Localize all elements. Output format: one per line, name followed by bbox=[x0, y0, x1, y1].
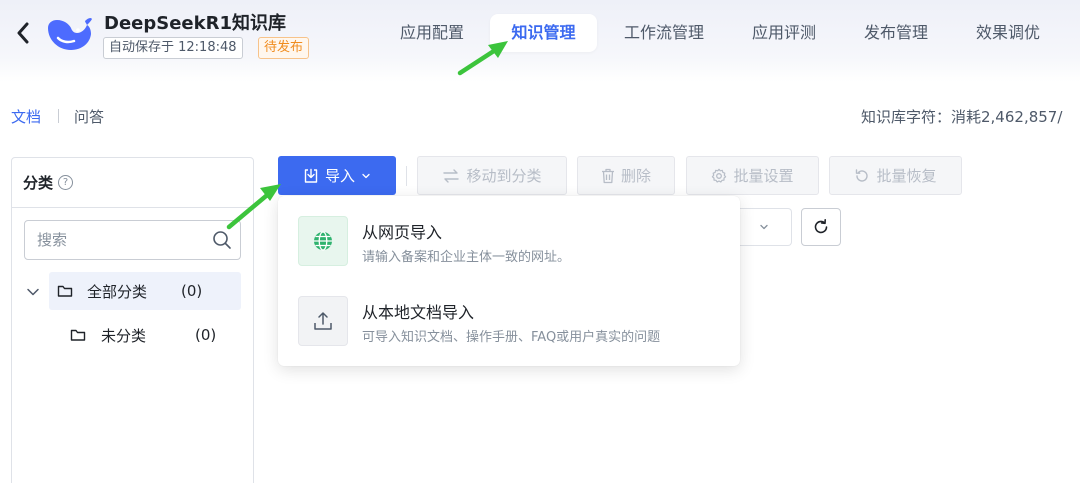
option-title: 从本地文档导入 bbox=[362, 303, 475, 322]
help-icon[interactable]: ? bbox=[58, 175, 74, 190]
tab-publish-management[interactable]: 发布管理 bbox=[850, 14, 942, 52]
import-button[interactable]: 导入 bbox=[278, 156, 396, 195]
upload-icon bbox=[298, 296, 348, 346]
batch-restore-label: 批量恢复 bbox=[876, 167, 937, 185]
option-description: 请输入备案和企业主体一致的网址。 bbox=[362, 250, 571, 265]
autosave-badge: 自动保存于 12:18:48 bbox=[103, 37, 243, 59]
import-from-web-option[interactable]: 从网页导入 请输入备案和企业主体一致的网址。 bbox=[298, 216, 718, 268]
app-title: DeepSeekR1知识库 bbox=[104, 13, 286, 34]
restore-icon bbox=[856, 168, 869, 182]
trash-icon bbox=[601, 168, 614, 183]
character-quota: 知识库字符：消耗2,462,857/ bbox=[861, 108, 1063, 126]
chevron-down-icon[interactable] bbox=[26, 285, 40, 299]
refresh-button[interactable] bbox=[801, 208, 841, 246]
chevron-down-icon bbox=[760, 224, 768, 230]
import-button-label: 导入 bbox=[324, 167, 355, 185]
tree-item-label: 未分类 bbox=[101, 326, 147, 345]
option-title: 从网页导入 bbox=[362, 223, 443, 242]
swap-icon bbox=[443, 168, 460, 183]
tree-item-label: 全部分类 bbox=[87, 282, 148, 301]
subtab-divider bbox=[58, 109, 59, 123]
import-icon bbox=[304, 168, 318, 183]
tab-workflow-management[interactable]: 工作流管理 bbox=[612, 14, 716, 52]
batch-settings-label: 批量设置 bbox=[733, 167, 794, 185]
tree-item-count: (0) bbox=[181, 282, 203, 300]
back-button[interactable] bbox=[12, 20, 34, 46]
status-badge: 待发布 bbox=[258, 37, 310, 59]
option-description: 可导入知识文档、操作手册、FAQ或用户真实的问题 bbox=[362, 330, 661, 345]
category-search bbox=[24, 220, 241, 260]
batch-settings-button[interactable]: 批量设置 bbox=[686, 156, 819, 195]
folder-icon bbox=[57, 285, 73, 297]
tab-app-config[interactable]: 应用配置 bbox=[386, 14, 478, 52]
globe-icon bbox=[298, 216, 348, 266]
filter-select[interactable] bbox=[737, 208, 792, 246]
toolbar-divider bbox=[406, 166, 407, 186]
delete-button-label: 删除 bbox=[620, 167, 651, 185]
tree-item-all-categories[interactable]: 全部分类 (0) bbox=[49, 272, 241, 310]
refresh-icon bbox=[814, 219, 828, 234]
subtab-documents[interactable]: 文档 bbox=[11, 106, 41, 127]
gear-icon bbox=[712, 168, 727, 183]
move-to-category-button[interactable]: 移动到分类 bbox=[417, 156, 567, 195]
category-panel-header: 分类 ? bbox=[12, 158, 253, 208]
tab-knowledge-management[interactable]: 知识管理 bbox=[490, 14, 597, 52]
category-panel: 分类 ? 全部分类 (0) 未分类 (0) bbox=[11, 157, 254, 483]
tree-item-count: (0) bbox=[195, 326, 217, 344]
move-button-label: 移动到分类 bbox=[466, 167, 542, 185]
import-dropdown-menu: 从网页导入 请输入备案和企业主体一致的网址。 从本地文档导入 可导入知识文档、操… bbox=[278, 196, 740, 366]
folder-icon bbox=[70, 329, 86, 341]
batch-restore-button[interactable]: 批量恢复 bbox=[829, 156, 962, 195]
category-search-input[interactable] bbox=[25, 221, 205, 259]
category-title: 分类 bbox=[23, 174, 54, 192]
whale-logo-icon bbox=[48, 17, 92, 50]
subtab-qa[interactable]: 问答 bbox=[74, 106, 104, 127]
tab-effect-tuning[interactable]: 效果调优 bbox=[962, 14, 1054, 52]
tab-app-evaluation[interactable]: 应用评测 bbox=[738, 14, 830, 52]
chevron-down-icon bbox=[362, 173, 370, 178]
search-icon[interactable] bbox=[212, 230, 232, 250]
delete-button[interactable]: 删除 bbox=[577, 156, 675, 195]
app-header: DeepSeekR1知识库 自动保存于 12:18:48 待发布 应用配置 知识… bbox=[0, 0, 1080, 82]
tree-item-uncategorized[interactable]: 未分类 (0) bbox=[70, 316, 241, 354]
chevron-left-icon bbox=[17, 22, 29, 44]
import-from-local-option[interactable]: 从本地文档导入 可导入知识文档、操作手册、FAQ或用户真实的问题 bbox=[298, 296, 718, 348]
